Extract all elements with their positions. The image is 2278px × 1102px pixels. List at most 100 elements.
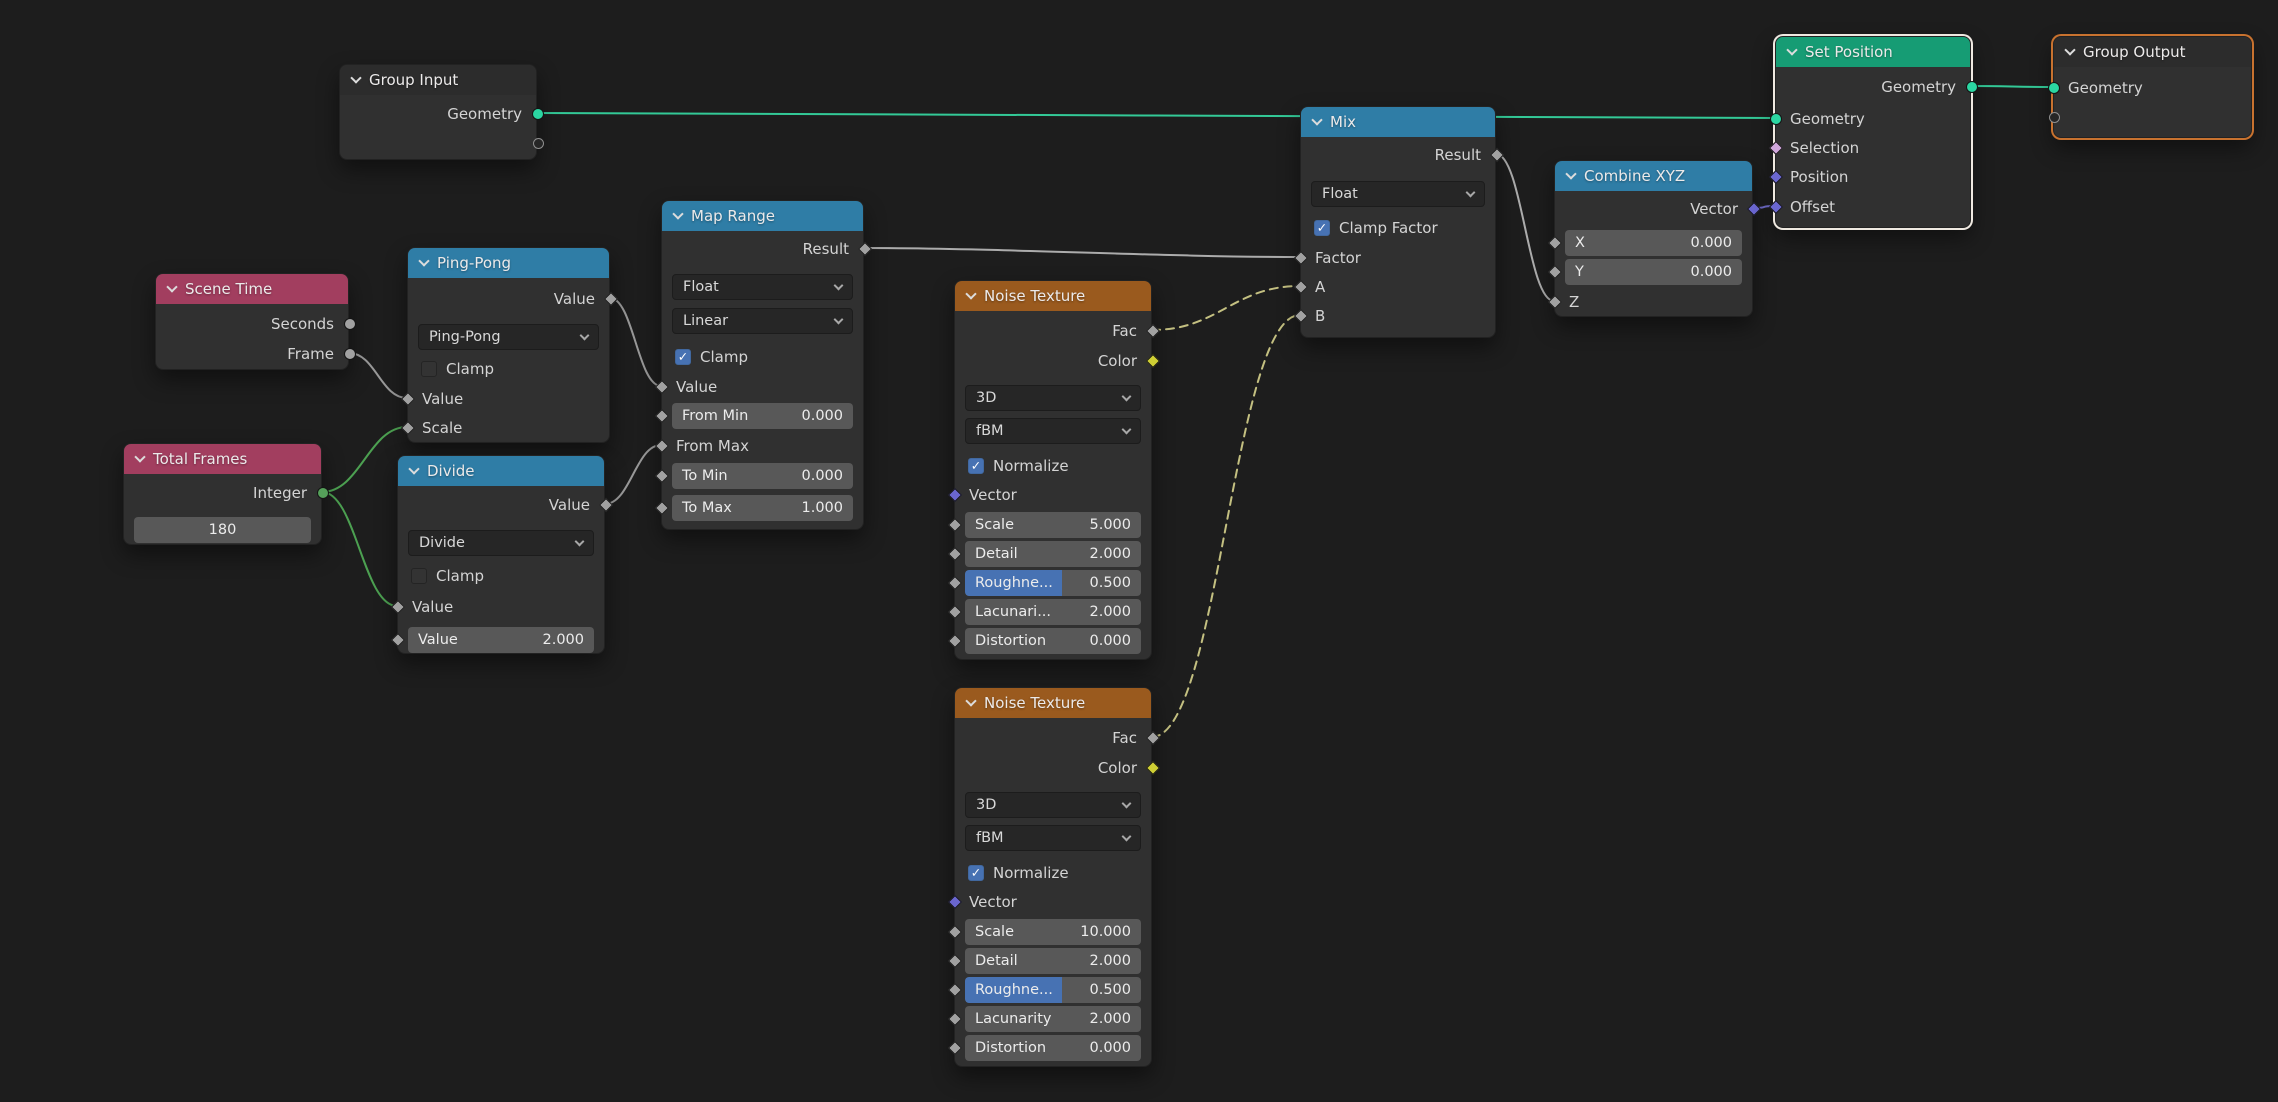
checkbox-clamp[interactable] [411,568,427,584]
number-field-roughness[interactable]: Roughne...0.500 [965,977,1141,1003]
checkbox-row-normalize[interactable]: ✓Normalize [968,860,1069,886]
node-title: Map Range [691,207,775,225]
dropdown-noise-type[interactable]: fBM [965,418,1141,444]
node-header-scene-time[interactable]: Scene Time [156,274,348,304]
dropdown-data-type[interactable]: Float [1311,181,1485,207]
checkbox-row-clamp[interactable]: ✓Clamp [675,344,748,370]
dropdown-data-type[interactable]: Float [672,274,853,300]
collapse-chevron-icon[interactable] [965,288,976,299]
collapse-chevron-icon[interactable] [408,463,419,474]
checkbox-label-clamp-factor: Clamp Factor [1339,219,1438,237]
number-field-detail[interactable]: Detail2.000 [965,948,1141,974]
number-field-detail[interactable]: Detail2.000 [965,541,1141,567]
collapse-chevron-icon[interactable] [166,281,177,292]
number-field-roughness[interactable]: Roughne...0.500 [965,570,1141,596]
collapse-chevron-icon[interactable] [418,255,429,266]
number-field-y[interactable]: Y0.000 [1565,259,1742,285]
collapse-chevron-icon[interactable] [1786,44,1797,55]
node-divide[interactable]: DivideValueDivideClampValueValue2.000 [397,455,605,654]
number-field-distortion[interactable]: Distortion0.000 [965,628,1141,654]
checkbox-row-clamp[interactable]: Clamp [411,563,484,589]
number-field-to-max[interactable]: To Max1.000 [672,495,853,521]
node-header-total-frames[interactable]: Total Frames [124,444,321,474]
node-noise-texture-1[interactable]: Noise TextureFacColor3DfBM✓NormalizeVect… [954,280,1152,660]
checkmark-icon: ✓ [678,351,688,364]
socket-total-frames-integer[interactable] [317,487,329,499]
number-field-distortion[interactable]: Distortion0.000 [965,1035,1141,1061]
number-field-value-2[interactable]: Value2.000 [408,627,594,653]
checkbox-normalize[interactable]: ✓ [968,865,984,881]
dropdown-dimensions[interactable]: 3D [965,792,1141,818]
node-ping-pong[interactable]: Ping-PongValuePing-PongClampValueScale [407,247,610,443]
dropdown-value-operation: Divide [419,535,465,551]
checkbox-row-clamp[interactable]: Clamp [421,356,494,382]
socket-scene-time-frame[interactable] [344,348,356,360]
dropdown-operation[interactable]: Divide [408,530,594,556]
node-group-input[interactable]: Group InputGeometry [339,64,537,160]
node-header-group-input[interactable]: Group Input [340,65,536,95]
node-header-divide[interactable]: Divide [398,456,604,486]
node-header-ping-pong[interactable]: Ping-Pong [408,248,609,278]
node-header-combine-xyz[interactable]: Combine XYZ [1555,161,1752,191]
output-row-result: Result [1301,142,1495,168]
checkbox-clamp-factor[interactable]: ✓ [1314,220,1330,236]
collapse-chevron-icon[interactable] [1565,168,1576,179]
node-mix[interactable]: MixResultFloat✓Clamp FactorFactorAB [1300,106,1496,338]
number-field-to-min[interactable]: To Min0.000 [672,463,853,489]
number-field-integer-value[interactable]: 180 [134,517,311,543]
field-label-from-min: From Min [682,408,748,424]
node-header-noise-texture-1[interactable]: Noise Texture [955,281,1151,311]
node-set-position[interactable]: Set PositionGeometryGeometrySelectionPos… [1775,36,1971,228]
node-header-map-range[interactable]: Map Range [662,201,863,231]
node-scene-time[interactable]: Scene TimeSecondsFrame [155,273,349,370]
wire-maprange-result-to-mix-factor [864,248,1300,257]
collapse-chevron-icon[interactable] [2064,44,2075,55]
socket-group-output-geometry[interactable] [2048,82,2060,94]
number-field-lacunarity[interactable]: Lacunari...2.000 [965,599,1141,625]
checkbox-row-clamp-factor[interactable]: ✓ Clamp Factor [1314,215,1438,241]
node-map-range[interactable]: Map RangeResultFloatLinear✓ClampValueFro… [661,200,864,530]
socket-scene-time-seconds[interactable] [344,318,356,330]
node-title: Noise Texture [984,287,1085,305]
node-header-set-position[interactable]: Set Position [1776,37,1970,67]
node-noise-texture-2[interactable]: Noise TextureFacColor3DfBM✓NormalizeVect… [954,687,1152,1067]
checkbox-clamp[interactable] [421,361,437,377]
collapse-chevron-icon[interactable] [672,208,683,219]
collapse-chevron-icon[interactable] [965,695,976,706]
collapse-chevron-icon[interactable] [1311,114,1322,125]
wire-frame-to-pingpong-value [349,353,407,398]
socket-label-value-in: Value [422,390,463,408]
number-field-from-min[interactable]: From Min0.000 [672,403,853,429]
socket-set-position-geometry-in[interactable] [1770,113,1782,125]
field-value-value-2: 2.000 [542,632,584,648]
number-field-x[interactable]: X0.000 [1565,230,1742,256]
node-combine-xyz[interactable]: Combine XYZVectorX0.000Y0.000Z [1554,160,1753,317]
node-total-frames[interactable]: Total FramesInteger180 [123,443,322,545]
node-editor-canvas[interactable]: Group InputGeometryScene TimeSecondsFram… [0,0,2278,1102]
number-field-scale[interactable]: Scale5.000 [965,512,1141,538]
input-row-geometry: Geometry [2054,75,2251,101]
input-row-vector: Vector [955,482,1151,508]
dropdown-dimensions[interactable]: 3D [965,385,1141,411]
field-value-lacunarity: 2.000 [1089,1011,1131,1027]
number-field-lacunarity[interactable]: Lacunarity2.000 [965,1006,1141,1032]
dropdown-noise-type[interactable]: fBM [965,825,1141,851]
collapse-chevron-icon[interactable] [350,72,361,83]
checkbox-row-normalize[interactable]: ✓Normalize [968,453,1069,479]
node-header-noise-texture-2[interactable]: Noise Texture [955,688,1151,718]
node-group-output[interactable]: Group Output Geometry [2053,36,2252,138]
number-field-scale[interactable]: Scale10.000 [965,919,1141,945]
dropdown-interpolation[interactable]: Linear [672,308,853,334]
collapse-chevron-icon[interactable] [134,451,145,462]
socket-virtual-group-input[interactable] [533,138,544,149]
socket-group-input-geometry[interactable] [532,108,544,120]
checkbox-clamp[interactable]: ✓ [675,349,691,365]
socket-set-position-geometry[interactable] [1966,81,1978,93]
checkbox-normalize[interactable]: ✓ [968,458,984,474]
node-header-group-output[interactable]: Group Output [2054,37,2251,67]
field-label-scale: Scale [975,924,1014,940]
field-label-detail: Detail [975,546,1018,562]
dropdown-operation[interactable]: Ping-Pong [418,324,599,350]
socket-virtual-group-output[interactable] [2049,112,2060,123]
node-header-mix[interactable]: Mix [1301,107,1495,137]
